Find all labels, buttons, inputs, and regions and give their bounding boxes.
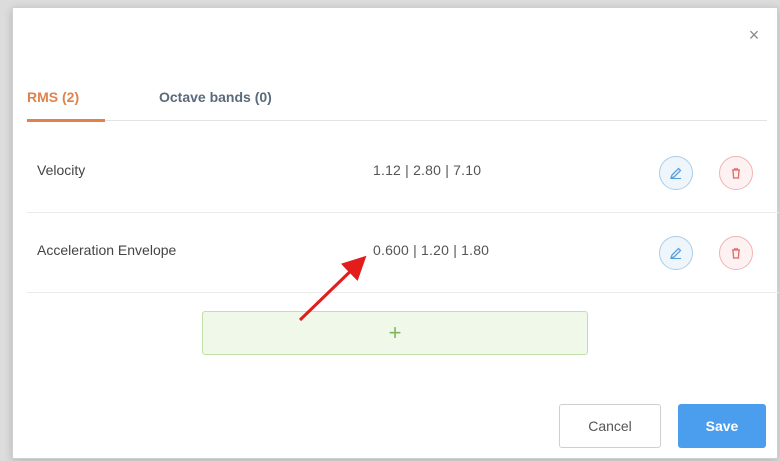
trash-icon [732,168,740,179]
delete-button[interactable] [719,236,753,270]
list-item: Velocity 1.12 | 2.80 | 7.10 [27,132,779,213]
tab-rms[interactable]: RMS (2) [27,86,105,122]
add-button[interactable]: + [202,311,588,355]
tab-octave-bands-label: Octave bands (0) [159,89,272,105]
trash-icon [732,248,740,259]
row-name: Acceleration Envelope [37,242,177,258]
dialog: × RMS (2) Octave bands (0) Velocity 1.12… [12,7,779,459]
row-name: Velocity [37,162,86,178]
pencil-icon [669,247,682,260]
tab-bar: RMS (2) Octave bands (0) [27,86,767,122]
edit-button[interactable] [659,156,693,190]
tab-rms-label: RMS (2) [27,89,80,105]
save-button[interactable]: Save [678,404,766,448]
list-item: Acceleration Envelope 0.600 | 1.20 | 1.8… [27,212,779,293]
delete-button[interactable] [719,156,753,190]
cancel-button[interactable]: Cancel [559,404,661,448]
close-icon[interactable]: × [745,26,763,44]
tab-octave-bands[interactable]: Octave bands (0) [159,86,299,119]
add-label: + [388,320,402,345]
row-values: 1.12 | 2.80 | 7.10 [373,162,482,178]
edit-button[interactable] [659,236,693,270]
pencil-icon [669,167,682,180]
row-values: 0.600 | 1.20 | 1.80 [373,242,490,258]
